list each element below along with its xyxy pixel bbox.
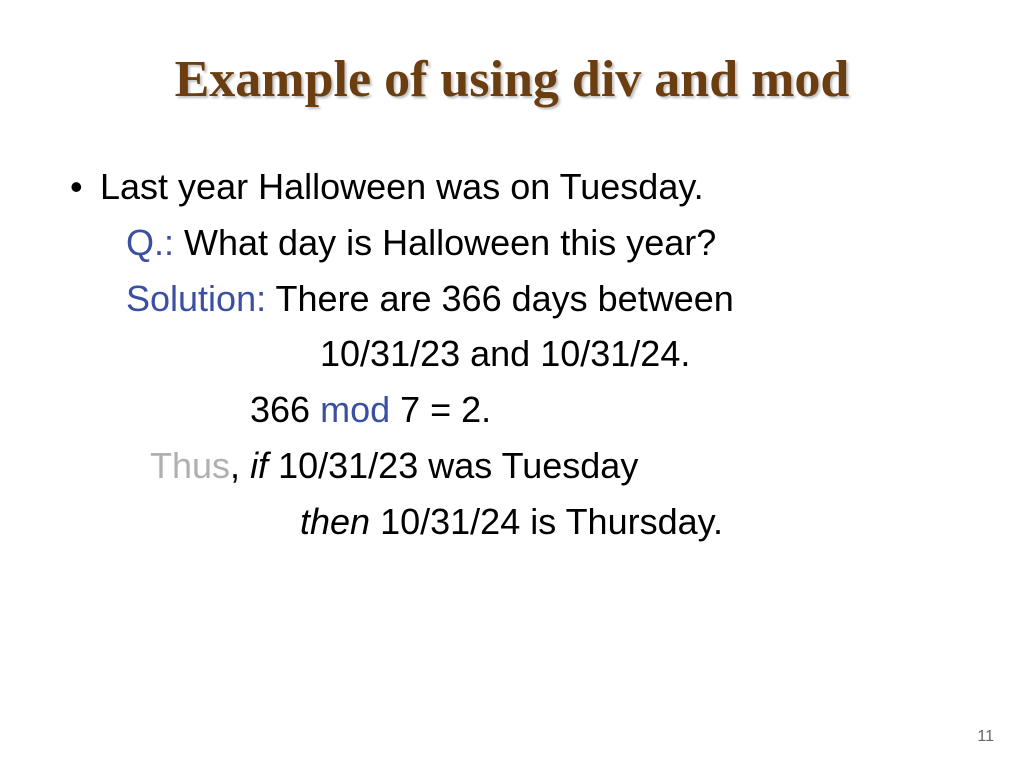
solution-label: Solution:	[126, 278, 266, 319]
mod-left: 366	[250, 389, 320, 430]
solution-text-1: There are 366 days between	[266, 278, 734, 319]
then-text: 10/31/24 is Thursday.	[370, 501, 723, 542]
question-text: What day is Halloween this year?	[174, 222, 716, 263]
thus-word: Thus	[150, 445, 230, 486]
if-word: if	[250, 445, 278, 486]
slide-body: • Last year Halloween was on Tuesday. Q.…	[50, 159, 974, 550]
bullet-text: Last year Halloween was on Tuesday.	[100, 159, 704, 215]
question-label: Q.:	[126, 222, 174, 263]
then-word: then	[300, 501, 370, 542]
solution-dates-line: 10/31/23 and 10/31/24.	[320, 326, 974, 382]
bullet-line: • Last year Halloween was on Tuesday.	[70, 159, 974, 215]
slide: Example of using div and mod • Last year…	[0, 0, 1024, 768]
slide-title: Example of using div and mod	[50, 50, 974, 109]
thus-comma: ,	[230, 445, 250, 486]
page-number: 11	[977, 728, 994, 746]
mod-line: 366 mod 7 = 2.	[250, 382, 974, 438]
thus-line: Thus, if 10/31/23 was Tuesday	[150, 438, 974, 494]
mod-right: 7 = 2.	[390, 389, 491, 430]
mod-keyword: mod	[320, 389, 390, 430]
bullet-dot: •	[70, 159, 100, 215]
then-line: then 10/31/24 is Thursday.	[300, 494, 974, 550]
solution-line-1: Solution: There are 366 days between	[126, 271, 974, 327]
question-line: Q.: What day is Halloween this year?	[126, 215, 974, 271]
thus-text: 10/31/23 was Tuesday	[278, 445, 638, 486]
